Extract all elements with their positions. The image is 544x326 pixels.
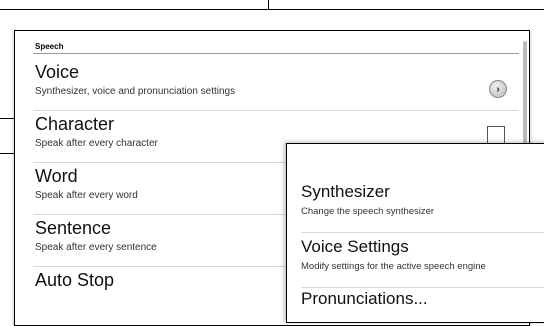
- section-divider: [33, 53, 519, 54]
- background-window-top: [0, 0, 544, 10]
- pref-summary: Synthesizer, voice and pronunciation set…: [35, 86, 236, 97]
- background-window-divider: [268, 0, 269, 10]
- pref-title: Word: [35, 166, 78, 186]
- pref-item-synthesizer[interactable]: Synthesizer Change the speech synthesize…: [301, 182, 544, 233]
- pref-summary: Speak after every sentence: [35, 242, 157, 253]
- pref-summary: Speak after every word: [35, 190, 138, 201]
- pref-title: Synthesizer: [301, 182, 390, 201]
- pref-summary: Speak after every character: [35, 138, 158, 149]
- pref-item-voice[interactable]: Voice Synthesizer, voice and pronunciati…: [33, 58, 519, 111]
- pref-title: Voice Settings: [301, 237, 409, 256]
- pref-item-voice-settings[interactable]: Voice Settings Modify settings for the a…: [301, 237, 544, 288]
- character-checkbox[interactable]: [487, 126, 505, 144]
- pref-title: Character: [35, 114, 115, 134]
- chevron-right-circle-icon[interactable]: ›: [489, 80, 507, 98]
- pref-title: Sentence: [35, 218, 112, 238]
- section-header-speech: Speech: [35, 42, 64, 51]
- pref-title: Pronunciations...: [301, 289, 428, 308]
- pref-summary: Change the speech synthesizer: [301, 206, 435, 217]
- pref-item-pronunciations[interactable]: Pronunciations...: [301, 289, 544, 322]
- pref-title: Voice: [35, 62, 80, 82]
- pref-summary: Modify settings for the active speech en…: [301, 261, 486, 272]
- pref-title: Auto Stop: [35, 270, 115, 290]
- voice-settings-dialog: Synthesizer Change the speech synthesize…: [286, 143, 544, 323]
